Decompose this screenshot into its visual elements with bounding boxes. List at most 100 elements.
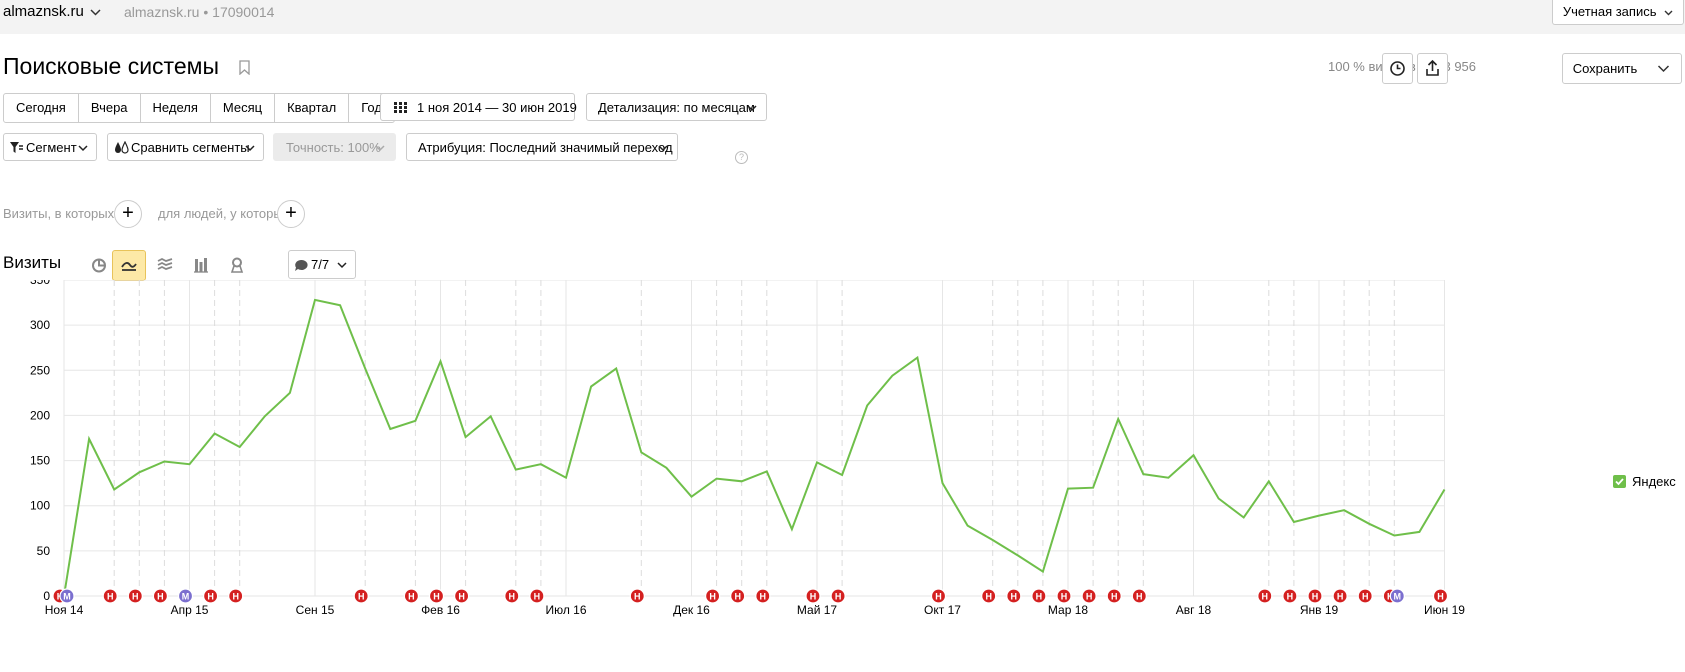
accuracy-dropdown[interactable]: Точность: 100% <box>273 133 396 161</box>
data-point[interactable] <box>237 444 243 450</box>
help-icon[interactable]: ? <box>735 151 748 164</box>
annotation-marker[interactable]: Н <box>127 588 143 604</box>
data-point[interactable] <box>1316 513 1322 519</box>
site-selector[interactable]: almaznsk.ru <box>3 3 101 20</box>
data-point[interactable] <box>864 402 870 408</box>
annotation-marker[interactable]: Н <box>403 588 419 604</box>
account-button[interactable]: Учетная запись <box>1552 0 1684 25</box>
save-button[interactable]: Сохранить <box>1562 53 1648 84</box>
detail-dropdown[interactable]: Детализация: по месяцам <box>586 93 767 121</box>
data-point[interactable] <box>714 476 720 482</box>
data-point[interactable] <box>1040 569 1046 575</box>
data-point[interactable] <box>1416 529 1422 535</box>
annotation-marker[interactable]: Н <box>1307 588 1323 604</box>
data-point[interactable] <box>187 461 193 467</box>
data-point[interactable] <box>262 413 268 419</box>
annotation-marker[interactable]: Н <box>704 588 721 604</box>
annotation-marker[interactable]: Н <box>1282 588 1298 604</box>
data-point[interactable] <box>889 373 895 379</box>
data-point[interactable] <box>839 472 845 478</box>
data-point[interactable] <box>663 465 669 471</box>
data-point[interactable] <box>1140 471 1146 477</box>
annotation-marker[interactable]: Н <box>755 588 771 604</box>
data-point[interactable] <box>312 297 318 303</box>
data-point[interactable] <box>1090 485 1096 491</box>
annotation-marker[interactable]: М <box>177 588 194 604</box>
history-button[interactable] <box>1382 53 1413 84</box>
data-point[interactable] <box>940 480 946 486</box>
annotation-marker[interactable]: Н <box>203 588 219 604</box>
data-point[interactable] <box>1165 475 1171 481</box>
data-point[interactable] <box>463 434 469 440</box>
data-point[interactable] <box>1291 519 1297 525</box>
annotation-marker[interactable]: Н <box>152 588 168 604</box>
data-point[interactable] <box>287 390 293 396</box>
data-point[interactable] <box>362 365 368 371</box>
annotation-marker[interactable]: Н <box>930 588 947 604</box>
data-point[interactable] <box>764 468 770 474</box>
data-point[interactable] <box>789 526 795 532</box>
period-week[interactable]: Неделя <box>141 94 211 122</box>
annotation-marker[interactable]: Н <box>629 588 645 604</box>
data-point[interactable] <box>1391 533 1397 539</box>
data-point[interactable] <box>161 458 167 464</box>
view-map-button[interactable] <box>220 250 254 281</box>
annotation-marker[interactable]: Н <box>353 588 369 604</box>
add-people-condition-button[interactable]: + <box>277 200 305 228</box>
data-point[interactable] <box>1015 552 1021 558</box>
annotation-marker[interactable]: Н <box>504 588 520 604</box>
view-pie-button[interactable] <box>82 250 116 281</box>
bookmark-icon[interactable] <box>239 60 250 75</box>
period-yesterday[interactable]: Вчера <box>79 94 141 122</box>
view-area-button[interactable] <box>148 250 182 281</box>
data-point[interactable] <box>538 461 544 467</box>
data-point[interactable] <box>86 436 92 442</box>
view-line-button[interactable] <box>112 250 146 281</box>
date-range-button[interactable]: 1 ноя 2014 — 30 июн 2019 <box>380 93 577 121</box>
data-point[interactable] <box>1115 416 1121 422</box>
data-point[interactable] <box>588 384 594 390</box>
data-point[interactable] <box>965 523 971 529</box>
annotation-marker[interactable]: Н <box>730 588 746 604</box>
export-button[interactable] <box>1417 53 1448 84</box>
data-point[interactable] <box>412 418 418 424</box>
annotation-marker[interactable]: Н <box>805 588 821 604</box>
annotation-marker[interactable]: Н <box>981 588 997 604</box>
annotation-marker[interactable]: Н <box>1056 588 1072 604</box>
annotation-marker[interactable]: Н <box>1131 588 1147 604</box>
data-point[interactable] <box>513 467 519 473</box>
data-point[interactable] <box>563 475 569 481</box>
data-point[interactable] <box>1065 486 1071 492</box>
data-point[interactable] <box>638 449 644 455</box>
compare-segments-button[interactable]: Сравнить сегменты <box>107 133 264 161</box>
data-point[interactable] <box>1366 521 1372 527</box>
data-point[interactable] <box>914 355 920 361</box>
notes-button[interactable]: 7/7 <box>288 250 356 279</box>
annotation-marker[interactable]: Н <box>102 588 118 604</box>
annotation-marker[interactable]: Н <box>529 588 545 604</box>
annotation-marker[interactable]: Н <box>1106 588 1122 604</box>
data-point[interactable] <box>1241 514 1247 520</box>
annotation-marker[interactable]: Н <box>1357 588 1373 604</box>
period-quarter[interactable]: Квартал <box>275 94 350 122</box>
save-options-button[interactable] <box>1646 53 1682 84</box>
data-point[interactable] <box>1442 486 1448 492</box>
annotation-marker[interactable]: Н <box>1332 588 1348 604</box>
data-point[interactable] <box>689 494 695 500</box>
annotation-marker[interactable]: М <box>59 588 75 604</box>
data-point[interactable] <box>136 469 142 475</box>
data-point[interactable] <box>488 413 494 419</box>
data-point[interactable] <box>111 486 117 492</box>
annotation-marker[interactable]: Н <box>1031 588 1047 604</box>
period-month[interactable]: Месяц <box>211 94 276 122</box>
period-today[interactable]: Сегодня <box>4 94 79 122</box>
annotation-marker[interactable]: М <box>1389 588 1405 604</box>
data-point[interactable] <box>1191 452 1197 458</box>
data-point[interactable] <box>212 430 218 436</box>
annotation-marker[interactable]: Н <box>1432 588 1449 604</box>
add-visit-condition-button[interactable]: + <box>114 200 142 228</box>
data-point[interactable] <box>387 426 393 432</box>
data-point[interactable] <box>1341 507 1347 513</box>
annotation-marker[interactable]: Н <box>1257 588 1273 604</box>
data-point[interactable] <box>613 365 619 371</box>
